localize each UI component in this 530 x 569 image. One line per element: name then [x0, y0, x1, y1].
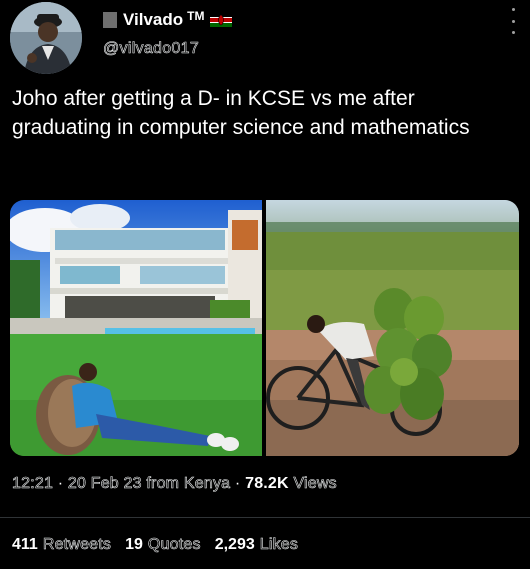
retweets-label: Retweets [42, 536, 112, 554]
trademark-mark: TM [187, 9, 205, 23]
name-emoji-block [103, 12, 117, 28]
likes-count: 2,293 [214, 536, 255, 553]
kenya-flag-icon [210, 13, 233, 27]
avatar-image [10, 2, 82, 74]
media-image-bicycle[interactable] [266, 200, 519, 456]
likes-stat[interactable]: 2,293 Likes [214, 536, 299, 554]
quotes-count: 19 [125, 536, 143, 553]
bicycle-bananas-photo [266, 200, 519, 456]
tweet-meta: 12:21 · 20 Feb 23 from Kenya · 78.2K Vie… [12, 475, 337, 493]
retweets-stat[interactable]: 411 Retweets [12, 536, 111, 554]
author-name-row[interactable]: Vilvado TM [103, 9, 233, 30]
tweet-location[interactable]: Kenya [184, 475, 231, 493]
quotes-label: Quotes [147, 536, 201, 554]
meta-separator-2: · [234, 475, 241, 492]
views-label[interactable]: Views [293, 475, 337, 493]
media-image-villa[interactable] [10, 200, 262, 456]
retweets-count: 411 [12, 536, 38, 553]
quotes-stat[interactable]: 19 Quotes [125, 536, 201, 554]
author-handle[interactable]: @vilvado017 [103, 40, 199, 58]
from-label: from [146, 475, 180, 493]
tweet-text: Joho after getting a D- in KCSE vs me af… [12, 87, 470, 139]
divider [0, 517, 530, 518]
tweet-stats: 411 Retweets 19 Quotes 2,293 Likes [12, 536, 298, 554]
avatar[interactable] [10, 2, 82, 74]
more-vertical-icon[interactable] [510, 8, 516, 34]
author-name[interactable]: Vilvado [123, 10, 183, 30]
meta-separator: · [57, 475, 64, 492]
villa-photo [10, 200, 262, 456]
tweet-media[interactable] [10, 200, 519, 456]
tweet-date[interactable]: 20 Feb 23 [68, 475, 142, 493]
views-count: 78.2K [245, 475, 289, 492]
likes-label: Likes [259, 536, 299, 554]
tweet-time[interactable]: 12:21 [12, 475, 53, 493]
